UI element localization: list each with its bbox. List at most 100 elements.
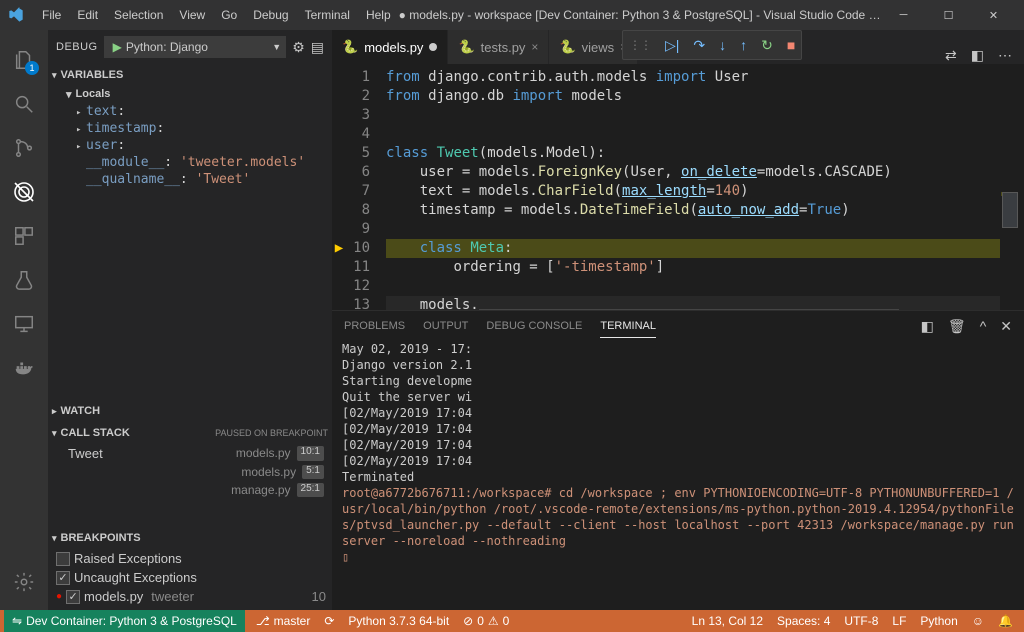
status-cursor[interactable]: Ln 13, Col 12 xyxy=(685,614,770,628)
breakpoints-section-header[interactable]: ▾BREAKPOINTS xyxy=(48,527,332,549)
callstack-frame[interactable]: manage.py25:1 xyxy=(48,481,332,499)
debug-config-label: Python: Django xyxy=(126,40,272,54)
continue-icon[interactable]: ▷| xyxy=(665,37,679,54)
step-into-icon[interactable]: ↓ xyxy=(719,37,726,53)
variable-row[interactable]: ▸timestamp: xyxy=(48,120,332,137)
debug-toolbar[interactable]: ⋮⋮ ▷| ↷ ↓ ↑ ↻ ■ xyxy=(622,30,802,60)
checkbox[interactable] xyxy=(56,552,70,566)
callstack-section-header[interactable]: ▾CALL STACKPAUSED ON BREAKPOINT xyxy=(48,422,332,444)
locals-header[interactable]: ▾Locals xyxy=(48,86,332,103)
window-minimize-icon[interactable]: ─ xyxy=(881,0,926,30)
panel-tab[interactable]: DEBUG CONSOLE xyxy=(486,316,582,336)
python-file-icon: 🐍 xyxy=(559,39,575,55)
menu-help[interactable]: Help xyxy=(358,8,399,22)
menu-edit[interactable]: Edit xyxy=(69,8,106,22)
panel-tab[interactable]: OUTPUT xyxy=(423,316,468,336)
status-branch[interactable]: ⎇master xyxy=(249,614,318,628)
completion-popup[interactable]: ◆Aggregateⓘ{}aggregates[≡]aggregates_all… xyxy=(479,309,899,310)
status-eol[interactable]: LF xyxy=(885,614,913,628)
terminal-split-icon[interactable]: ◧ xyxy=(921,318,934,335)
terminal-kill-icon[interactable]: 🗑 xyxy=(948,318,966,335)
remote-icon: ⇋ xyxy=(12,614,22,628)
stop-icon[interactable]: ■ xyxy=(787,37,795,53)
breakpoint-row[interactable]: ●models.pytweeter10 xyxy=(48,587,332,606)
menu-view[interactable]: View xyxy=(171,8,213,22)
checkbox[interactable] xyxy=(66,590,80,604)
more-icon[interactable]: ⋯ xyxy=(998,47,1012,64)
title-bar: File Edit Selection View Go Debug Termin… xyxy=(0,0,1024,30)
bottom-panel: PROBLEMSOUTPUTDEBUG CONSOLETERMINAL ◧ 🗑 … xyxy=(332,310,1024,610)
window-close-icon[interactable]: ✕ xyxy=(971,0,1016,30)
drag-handle-icon[interactable]: ⋮⋮ xyxy=(629,38,651,52)
breakpoints-label: BREAKPOINTS xyxy=(61,532,141,544)
compare-icon[interactable]: ⇄ xyxy=(945,47,957,64)
window-maximize-icon[interactable]: ☐ xyxy=(926,0,971,30)
close-tab-icon[interactable]: × xyxy=(531,40,538,54)
status-python[interactable]: Python 3.7.3 64-bit xyxy=(341,614,456,628)
code-editor[interactable]: 12345678910111213 from django.contrib.au… xyxy=(332,64,1024,310)
status-bell[interactable]: 🔔 xyxy=(991,614,1020,628)
menu-selection[interactable]: Selection xyxy=(106,8,171,22)
watch-section-header[interactable]: ▸WATCH xyxy=(48,400,332,422)
play-icon: ▶ xyxy=(113,40,122,54)
panel-maximize-icon[interactable]: ^ xyxy=(980,318,987,335)
activity-remote-icon[interactable] xyxy=(0,302,48,346)
menu-terminal[interactable]: Terminal xyxy=(297,8,358,22)
activity-extensions-icon[interactable] xyxy=(0,214,48,258)
debug-console-icon[interactable]: ▤ xyxy=(311,39,324,56)
variable-row[interactable]: __module__: 'tweeter.models' xyxy=(48,154,332,171)
activity-test-icon[interactable] xyxy=(0,258,48,302)
sync-icon: ⟳ xyxy=(324,614,334,628)
variable-row[interactable]: ▸user: xyxy=(48,137,332,154)
activity-scm-icon[interactable] xyxy=(0,126,48,170)
step-over-icon[interactable]: ↷ xyxy=(693,37,705,54)
activity-debug-icon[interactable] xyxy=(0,170,48,214)
python-file-icon: 🐍 xyxy=(342,39,358,55)
minimap[interactable] xyxy=(1000,64,1024,310)
status-problems[interactable]: ⊘0⚠0 xyxy=(456,614,516,628)
callstack-frame[interactable]: models.py5:1 xyxy=(48,463,332,481)
variable-row[interactable]: __qualname__: 'Tweet' xyxy=(48,171,332,188)
menu-go[interactable]: Go xyxy=(213,8,245,22)
status-feedback[interactable]: ☺ xyxy=(965,614,991,628)
callstack-label: CALL STACK xyxy=(61,427,130,439)
status-sync[interactable]: ⟳ xyxy=(317,614,341,628)
variables-section-header[interactable]: ▾VARIABLES xyxy=(48,64,332,86)
callstack-frame[interactable]: Tweetmodels.py10:1 xyxy=(48,444,332,463)
watch-label: WATCH xyxy=(61,405,101,417)
activity-search-icon[interactable] xyxy=(0,82,48,126)
activity-settings-icon[interactable] xyxy=(0,560,48,604)
debug-settings-icon[interactable]: ⚙ xyxy=(292,39,305,56)
breakpoint-row[interactable]: Uncaught Exceptions xyxy=(48,568,332,587)
editor-area: 🐍models.py🐍tests.py×🐍views× ⋮⋮ ▷| ↷ ↓ ↑ … xyxy=(332,30,1024,610)
debug-config-dropdown[interactable]: ▶ Python: Django ▼ xyxy=(104,36,287,58)
explorer-badge: 1 xyxy=(25,61,39,75)
status-spaces[interactable]: Spaces: 4 xyxy=(770,614,837,628)
variable-row[interactable]: ▸text: xyxy=(48,103,332,120)
debug-title: DEBUG xyxy=(56,41,98,53)
status-encoding[interactable]: UTF-8 xyxy=(837,614,885,628)
menu-file[interactable]: File xyxy=(34,8,69,22)
callstack-status: PAUSED ON BREAKPOINT xyxy=(215,428,328,438)
status-remote[interactable]: ⇋Dev Container: Python 3 & PostgreSQL xyxy=(4,610,245,632)
status-language[interactable]: Python xyxy=(913,614,964,628)
split-editor-icon[interactable]: ◧ xyxy=(971,47,984,64)
restart-icon[interactable]: ↻ xyxy=(761,37,773,54)
step-out-icon[interactable]: ↑ xyxy=(740,37,747,53)
activity-bar: 1 xyxy=(0,30,48,610)
checkbox[interactable] xyxy=(56,571,70,585)
chevron-down-icon: ▼ xyxy=(272,42,281,52)
editor-tab[interactable]: 🐍tests.py× xyxy=(448,30,549,64)
menu-debug[interactable]: Debug xyxy=(245,8,296,22)
branch-icon: ⎇ xyxy=(256,614,270,628)
activity-explorer-icon[interactable]: 1 xyxy=(0,38,48,82)
editor-tab[interactable]: 🐍models.py xyxy=(332,30,448,64)
debug-sidebar: DEBUG ▶ Python: Django ▼ ⚙ ▤ ▾VARIABLES … xyxy=(48,30,332,610)
panel-close-icon[interactable]: ✕ xyxy=(1000,318,1012,335)
activity-docker-icon[interactable] xyxy=(0,346,48,390)
python-file-icon: 🐍 xyxy=(458,39,474,55)
terminal-output[interactable]: May 02, 2019 - 17: Django version 2.1 St… xyxy=(332,341,1024,610)
panel-tab[interactable]: TERMINAL xyxy=(600,316,656,336)
panel-tab[interactable]: PROBLEMS xyxy=(344,316,405,336)
breakpoint-row[interactable]: Raised Exceptions xyxy=(48,549,332,568)
